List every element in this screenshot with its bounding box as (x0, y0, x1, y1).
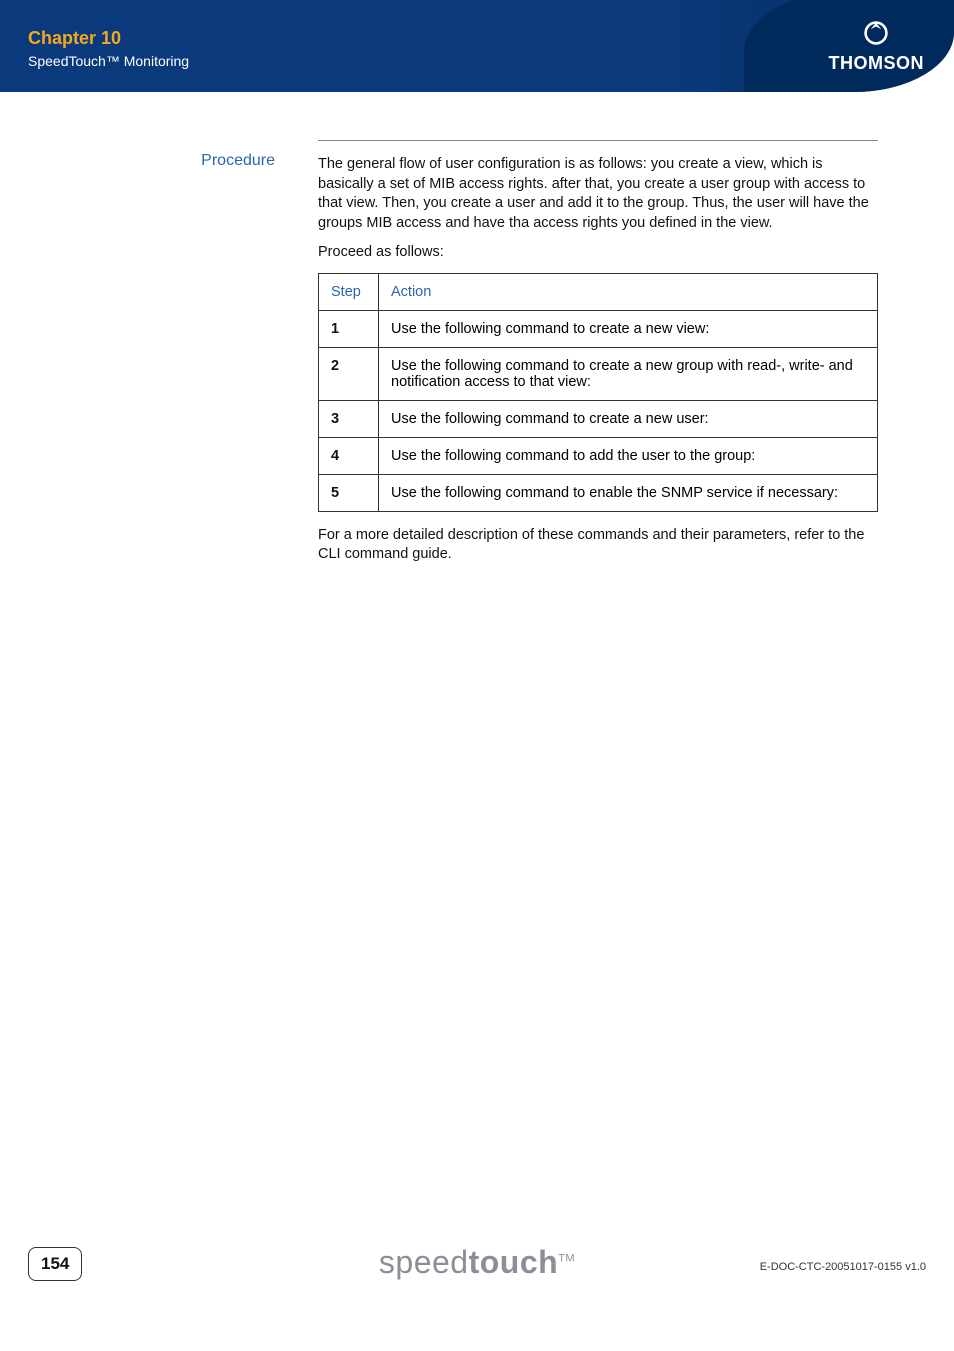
table-header-row: Step Action (319, 273, 878, 310)
step-number: 3 (319, 400, 379, 437)
step-action: Use the following command to create a ne… (379, 310, 878, 347)
lead-in: Proceed as follows: (318, 243, 878, 263)
col-step: Step (319, 273, 379, 310)
table-row: 5 Use the following command to enable th… (319, 474, 878, 511)
chapter-subtitle: SpeedTouch™ Monitoring (28, 53, 189, 69)
col-action: Action (379, 273, 878, 310)
footer-brand-tm: TM (558, 1252, 575, 1264)
step-action: Use the following command to create a ne… (379, 400, 878, 437)
table-row: 3 Use the following command to create a … (319, 400, 878, 437)
footer-brand: speedtouchTM (379, 1244, 575, 1281)
table-row: 4 Use the following command to add the u… (319, 437, 878, 474)
brand-block: THOMSON (829, 20, 925, 74)
step-number: 2 (319, 347, 379, 400)
step-action: Use the following command to enable the … (379, 474, 878, 511)
chapter-block: Chapter 10 SpeedTouch™ Monitoring (28, 28, 189, 69)
step-action: Use the following command to create a ne… (379, 347, 878, 400)
main-content: Procedure The general flow of user confi… (0, 140, 954, 575)
step-action: Use the following command to add the use… (379, 437, 878, 474)
procedure-table: Step Action 1 Use the following command … (318, 273, 878, 512)
table-row: 1 Use the following command to create a … (319, 310, 878, 347)
closing-paragraph: For a more detailed description of these… (318, 526, 878, 565)
section-label: Procedure (0, 152, 275, 170)
step-number: 4 (319, 437, 379, 474)
header-band: Chapter 10 SpeedTouch™ Monitoring THOMSO… (0, 0, 954, 92)
brand-name: THOMSON (829, 53, 925, 74)
page-footer: 154 speedtouchTM E-DOC-CTC-20051017-0155… (0, 1247, 954, 1281)
thomson-logo-icon (829, 20, 925, 51)
section-rule (318, 140, 878, 141)
step-number: 1 (319, 310, 379, 347)
step-number: 5 (319, 474, 379, 511)
body-column: The general flow of user configuration i… (318, 140, 878, 565)
doc-code: E-DOC-CTC-20051017-0155 v1.0 (760, 1261, 926, 1273)
page-number: 154 (28, 1247, 82, 1281)
chapter-title: Chapter 10 (28, 28, 189, 49)
footer-brand-bold: touch (469, 1244, 559, 1280)
intro-paragraph: The general flow of user configuration i… (318, 155, 878, 233)
footer-brand-light: speed (379, 1244, 469, 1280)
table-row: 2 Use the following command to create a … (319, 347, 878, 400)
